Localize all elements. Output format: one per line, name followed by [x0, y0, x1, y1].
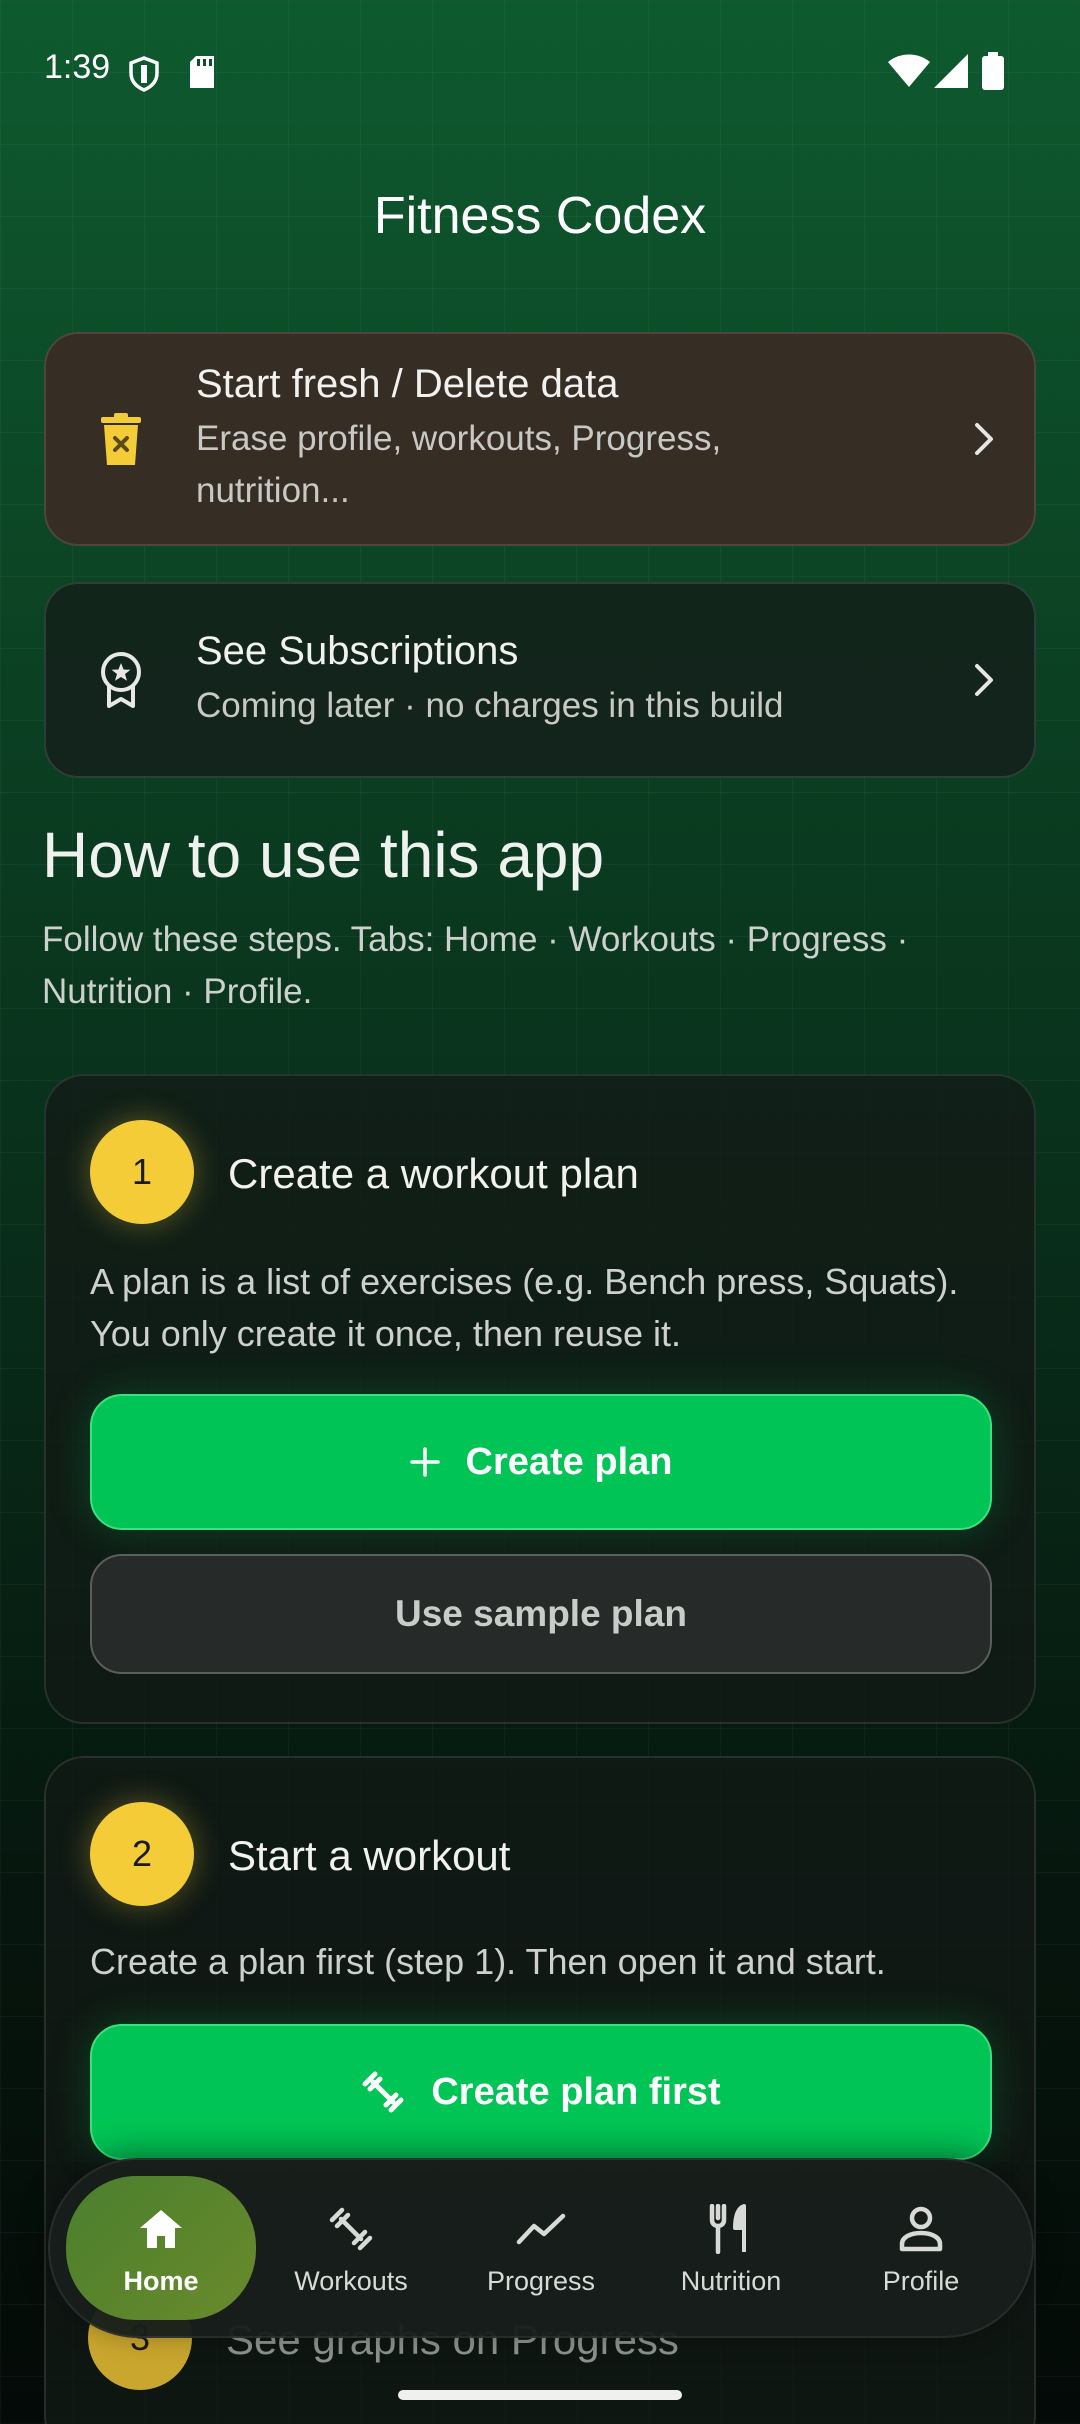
shield-icon	[128, 56, 160, 97]
subscriptions-subtitle: Coming later · no charges in this build	[196, 685, 784, 725]
step-number-badge: 2	[90, 1802, 194, 1906]
chevron-right-icon	[934, 662, 1034, 698]
person-icon	[899, 2200, 943, 2258]
chevron-right-icon	[934, 421, 1034, 457]
home-icon	[138, 2200, 184, 2258]
nav-item-progress[interactable]: Progress	[446, 2176, 636, 2320]
dumbbell-icon	[327, 2200, 375, 2258]
delete-data-card[interactable]: Start fresh / Delete data Erase profile,…	[44, 332, 1036, 546]
step-description: Create a plan first (step 1). Then open …	[90, 1941, 886, 1982]
create-plan-label: Create plan	[465, 1440, 673, 1483]
nav-item-profile[interactable]: Profile	[826, 2176, 1016, 2320]
trend-icon	[516, 2200, 566, 2258]
nav-label: Home	[123, 2265, 199, 2296]
create-plan-first-button[interactable]: Create plan first	[90, 2024, 992, 2160]
nav-item-workouts[interactable]: Workouts	[256, 2176, 446, 2320]
nav-item-nutrition[interactable]: Nutrition	[636, 2176, 826, 2320]
page-title: Fitness Codex	[373, 187, 707, 245]
step-title: Start a workout	[228, 1832, 511, 1879]
how-to-description: Follow these steps. Tabs: Home · Workout…	[42, 920, 909, 1011]
subscriptions-card[interactable]: See Subscriptions Coming later · no char…	[44, 582, 1036, 778]
fork-knife-icon	[708, 2200, 754, 2258]
wifi-icon	[888, 54, 930, 93]
delete-data-subtitle: Erase profile, workouts, Progress, nutri…	[196, 418, 722, 510]
nav-item-home[interactable]: Home	[66, 2176, 256, 2320]
create-plan-button[interactable]: Create plan	[90, 1394, 992, 1530]
step-description: A plan is a list of exercises (e.g. Benc…	[90, 1261, 959, 1354]
home-indicator[interactable]	[398, 2390, 682, 2400]
trash-icon	[46, 413, 196, 465]
award-icon	[46, 652, 196, 708]
step-title: Create a workout plan	[228, 1150, 639, 1197]
bottom-nav: Home Workouts Progress Nutrition Profile	[48, 2158, 1034, 2338]
nav-label: Progress	[486, 2265, 596, 2296]
nav-label: Profile	[882, 2265, 960, 2296]
step-card-1: 1 Create a workout plan A plan is a list…	[44, 1074, 1036, 1724]
step-number-badge: 1	[90, 1120, 194, 1224]
use-sample-plan-button[interactable]: Use sample plan	[90, 1554, 992, 1674]
subscriptions-title: See Subscriptions	[196, 628, 519, 673]
nav-label: Nutrition	[680, 2265, 782, 2296]
dumbbell-icon	[361, 2070, 405, 2114]
nav-label: Workouts	[294, 2265, 408, 2296]
how-to-title: How to use this app	[42, 819, 605, 891]
battery-icon	[982, 52, 1004, 95]
status-time: 1:39	[44, 48, 111, 86]
signal-icon	[934, 54, 968, 93]
create-plan-first-label: Create plan first	[431, 2070, 721, 2113]
delete-data-title: Start fresh / Delete data	[196, 361, 619, 406]
plus-icon	[409, 1447, 440, 1477]
sd-card-icon	[188, 56, 216, 93]
